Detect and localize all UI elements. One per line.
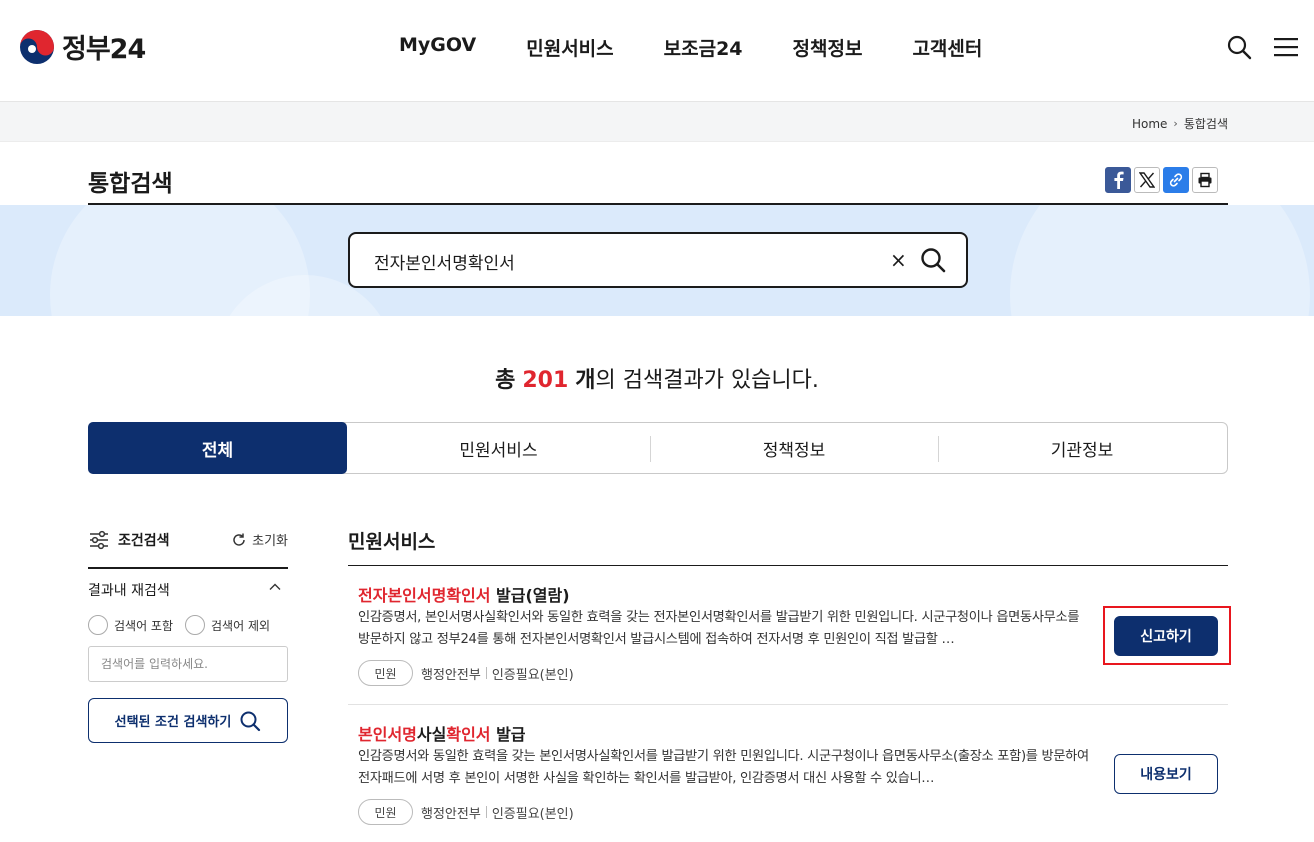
auth-requirement: 인증필요(본인) <box>491 667 574 683</box>
tab-all[interactable]: 전체 <box>88 422 347 474</box>
nav-subsidy24[interactable]: 보조금24 <box>664 34 743 61</box>
copy-link-button[interactable] <box>1163 167 1189 193</box>
clear-icon[interactable]: × <box>890 248 907 272</box>
refine-keyword-input[interactable] <box>88 646 288 682</box>
nav-civil-service[interactable]: 민원서비스 <box>526 34 613 61</box>
reset-button[interactable]: 초기화 <box>231 530 288 549</box>
result-title-rest: 발급 <box>490 725 526 744</box>
result-title[interactable]: 전자본인서명확인서 발급(열람) <box>358 582 570 606</box>
result-item: 본인서명사실확인서 발급 인감증명서와 동일한 효력을 갖는 본인서명사실확인서… <box>348 721 1228 831</box>
search-input[interactable]: 전자본인서명확인서 <box>374 249 515 274</box>
exclude-keyword-radio[interactable]: 검색어 제외 <box>185 615 270 635</box>
breadcrumb: Home › 통합검색 <box>1132 115 1228 132</box>
print-button[interactable] <box>1192 167 1218 193</box>
category-chip: 민원 <box>358 799 413 825</box>
meta-divider <box>485 806 487 818</box>
filter-sliders-icon <box>90 530 108 550</box>
result-title-highlight: 확인서 <box>446 725 491 744</box>
agency-name: 행정안전부 <box>421 806 481 822</box>
reset-label: 초기화 <box>252 534 288 549</box>
site-header: 정부24 MyGOV 민원서비스 보조금24 정책정보 고객센터 <box>0 0 1314 102</box>
chevron-right-icon: › <box>1173 117 1178 130</box>
taegeuk-logo-icon <box>20 29 54 64</box>
logo[interactable]: 정부24 <box>18 27 146 66</box>
agency-name: 행정안전부 <box>421 667 481 683</box>
summary-unit: 개 <box>575 368 596 393</box>
search-icon <box>240 711 261 731</box>
breadcrumb-home[interactable]: Home <box>1132 117 1167 131</box>
result-title-highlight: 본인서명 <box>358 725 417 744</box>
refine-search-title: 결과내 재검색 <box>88 583 170 599</box>
exclude-keyword-label: 검색어 제외 <box>211 618 271 633</box>
breadcrumb-current: 통합검색 <box>1183 117 1228 131</box>
include-keyword-label: 검색어 포함 <box>114 618 174 633</box>
annotation-highlight-box <box>1103 606 1231 665</box>
hamburger-menu-icon[interactable] <box>1274 36 1298 58</box>
result-title-highlight: 전자본인서명확인서 <box>358 586 491 605</box>
result-description: 인감증명서와 동일한 효력을 갖는 본인서명사실확인서를 발급받기 위한 민원입… <box>358 749 1089 786</box>
search-box[interactable]: 전자본인서명확인서 × <box>348 232 968 288</box>
facebook-icon <box>1114 171 1124 189</box>
section-title: 민원서비스 <box>348 531 436 553</box>
apply-filter-button[interactable]: 선택된 조건 검색하기 <box>88 698 288 743</box>
result-title-rest: 발급(열람) <box>490 586 570 605</box>
apply-filter-label: 선택된 조건 검색하기 <box>114 715 232 730</box>
radio-circle[interactable] <box>88 615 108 635</box>
include-keyword-radio[interactable]: 검색어 포함 <box>88 615 173 635</box>
facebook-share-button[interactable] <box>1105 167 1131 193</box>
result-title[interactable]: 본인서명사실확인서 발급 <box>358 721 526 745</box>
result-summary: 총 201 개의 검색결과가 있습니다. <box>0 362 1314 394</box>
result-item: 전자본인서명확인서 발급(열람) 인감증명서, 본인서명사실확인서와 동일한 효… <box>348 582 1228 692</box>
filter-title: 조건검색 <box>88 530 170 550</box>
search-icon[interactable] <box>1226 34 1252 60</box>
auth-requirement: 인증필요(본인) <box>491 806 574 822</box>
filter-divider <box>88 567 288 569</box>
summary-suffix: 의 검색결과가 있습니다. <box>595 368 819 393</box>
search-band: 전자본인서명확인서 × <box>0 205 1314 316</box>
refine-options: 검색어 포함 검색어 제외 <box>88 615 270 635</box>
result-divider <box>348 704 1228 705</box>
logo-text: 정부24 <box>62 34 146 65</box>
printer-icon <box>1198 172 1212 188</box>
x-share-button[interactable] <box>1134 167 1160 193</box>
share-buttons <box>1105 167 1218 193</box>
category-tabs: 전체 민원서비스 정책정보 기관정보 <box>88 422 1228 474</box>
refresh-icon <box>233 533 245 546</box>
summary-prefix: 총 <box>495 368 516 393</box>
filter-header: 조건검색 초기화 <box>88 530 288 554</box>
result-description: 인감증명서, 본인서명사실확인서와 동일한 효력을 갖는 전자본인서명확인서를 … <box>358 610 1080 647</box>
tab-civil-service[interactable]: 민원서비스 <box>347 423 650 473</box>
result-title-middle: 사실 <box>416 725 447 744</box>
view-details-button[interactable]: 내용보기 <box>1114 754 1218 794</box>
filter-title-label: 조건검색 <box>118 533 170 549</box>
x-logo-icon <box>1139 172 1155 188</box>
decor-circle <box>1010 205 1310 316</box>
tab-policy-info[interactable]: 정책정보 <box>650 423 938 473</box>
tab-agency-info[interactable]: 기관정보 <box>938 423 1226 473</box>
meta-divider <box>485 667 487 679</box>
chevron-up-icon[interactable] <box>268 580 282 594</box>
main-nav: MyGOV 민원서비스 보조금24 정책정보 고객센터 <box>374 34 1007 61</box>
nav-policy-info[interactable]: 정책정보 <box>793 34 863 61</box>
section-divider <box>348 565 1228 566</box>
breadcrumb-bar: Home › 통합검색 <box>0 102 1314 142</box>
link-icon <box>1169 173 1183 187</box>
result-count: 201 <box>522 368 569 393</box>
nav-customer-center[interactable]: 고객센터 <box>912 34 982 61</box>
search-submit-icon[interactable] <box>920 247 946 273</box>
category-chip: 민원 <box>358 660 413 686</box>
radio-circle[interactable] <box>185 615 206 635</box>
nav-mygov[interactable]: MyGOV <box>399 34 476 61</box>
result-meta: 민원 행정안전부 인증필요(본인) <box>358 799 574 825</box>
page-title: 통합검색 <box>88 171 173 197</box>
result-meta: 민원 행정안전부 인증필요(본인) <box>358 660 574 686</box>
